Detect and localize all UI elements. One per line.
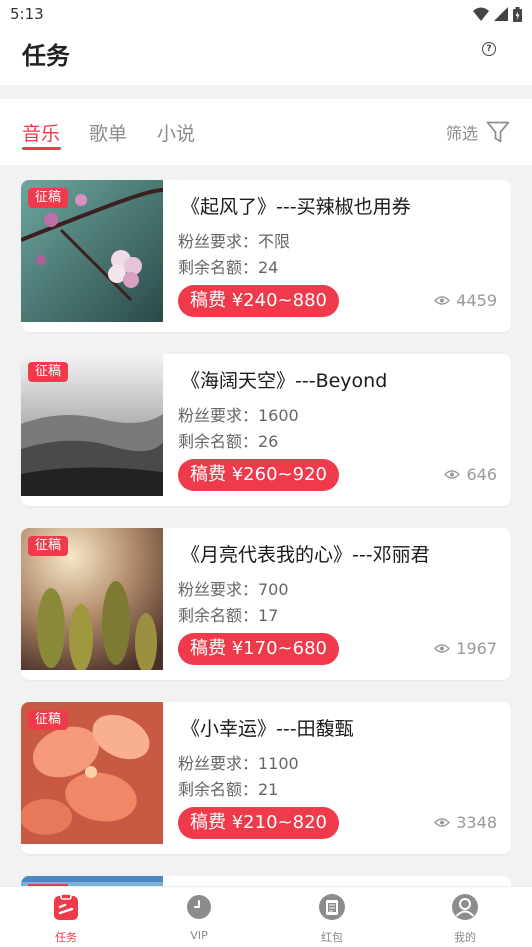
cover-image: 征稿 — [21, 354, 163, 496]
remaining-slots: 剩余名额：17 — [178, 606, 279, 625]
cover-image: 征稿 — [21, 702, 163, 844]
card-title: 《月亮代表我的心》---邓丽君 — [181, 544, 430, 566]
status-bar: 5:13 — [0, 0, 532, 28]
eye-icon — [434, 644, 451, 653]
bottom-navigation: 任务 VIP 红包 我的 — [0, 886, 532, 947]
category-tabs: 音乐 歌单 小说 筛选 — [0, 99, 532, 165]
view-count-value: 1967 — [456, 639, 497, 658]
signal-icon — [494, 7, 508, 21]
fee-button[interactable]: 稿费 ¥260~920 — [178, 459, 339, 491]
task-card[interactable]: 征稿 《海阔天空》---Beyond 粉丝要求：1600 剩余名额：26 稿费 … — [21, 354, 511, 506]
tab-novel[interactable]: 小说 — [157, 119, 195, 146]
remaining-slots: 剩余名额：21 — [178, 780, 279, 799]
eye-icon — [444, 470, 461, 479]
view-count: 3348 — [434, 813, 497, 832]
fans-requirement: 粉丝要求：1100 — [178, 754, 299, 773]
status-time: 5:13 — [10, 5, 44, 23]
page-title: 任务 — [22, 42, 70, 70]
nav-label: 红包 — [321, 931, 343, 944]
nav-label: VIP — [190, 929, 208, 942]
nav-label: 任务 — [55, 931, 77, 944]
filter-button[interactable]: 筛选 — [446, 120, 510, 144]
active-tab-indicator — [22, 147, 61, 150]
red-packet-icon — [319, 894, 345, 920]
card-title: 《起风了》---买辣椒也用券 — [181, 196, 411, 218]
fee-button[interactable]: 稿费 ¥240~880 — [178, 285, 339, 317]
status-badge: 征稿 — [28, 188, 69, 208]
status-badge: 征稿 — [28, 536, 69, 556]
question-circle-icon[interactable]: ? — [482, 42, 496, 56]
cover-image: 征稿 — [21, 180, 163, 322]
nav-label: 我的 — [454, 931, 476, 944]
fans-requirement: 粉丝要求：1600 — [178, 406, 299, 425]
fans-requirement: 粉丝要求：700 — [178, 580, 289, 599]
fans-requirement: 粉丝要求：不限 — [178, 232, 291, 251]
tab-music[interactable]: 音乐 — [22, 119, 60, 146]
nav-vip[interactable]: VIP — [159, 893, 239, 942]
nav-red-packet[interactable]: 红包 — [292, 893, 372, 945]
card-title: 《海阔天空》---Beyond — [181, 370, 388, 392]
fee-button[interactable]: 稿费 ¥210~820 — [178, 807, 339, 839]
eye-icon — [434, 818, 451, 827]
view-count: 1967 — [434, 639, 497, 658]
card-title: 《小幸运》---田馥甄 — [181, 718, 354, 740]
task-card[interactable]: 征稿 《月亮代表我的心》---邓丽君 粉丝要求：700 剩余名额：17 稿费 ¥… — [21, 528, 511, 680]
task-card[interactable]: 征稿 《小幸运》---田馥甄 粉丝要求：1100 剩余名额：21 稿费 ¥210… — [21, 702, 511, 854]
profile-icon — [452, 894, 478, 920]
view-count: 646 — [444, 465, 497, 484]
fee-button[interactable]: 稿费 ¥170~680 — [178, 633, 339, 665]
view-count-value: 4459 — [456, 291, 497, 310]
task-card[interactable]: 征稿 《起风了》---买辣椒也用券 粉丝要求：不限 剩余名额：24 稿费 ¥24… — [21, 180, 511, 332]
battery-icon — [513, 6, 522, 22]
remaining-slots: 剩余名额：24 — [178, 258, 279, 277]
tab-playlist[interactable]: 歌单 — [89, 119, 127, 146]
wifi-icon — [473, 7, 489, 21]
nav-task[interactable]: 任务 — [26, 893, 106, 945]
remaining-slots: 剩余名额：26 — [178, 432, 279, 451]
eye-icon — [434, 296, 451, 305]
vip-icon — [187, 895, 211, 919]
view-count-value: 3348 — [456, 813, 497, 832]
nav-profile[interactable]: 我的 — [425, 893, 505, 945]
cover-image: 征稿 — [21, 528, 163, 670]
task-icon — [54, 893, 78, 920]
view-count: 4459 — [434, 291, 497, 310]
funnel-icon — [486, 121, 510, 143]
status-badge: 征稿 — [28, 710, 69, 730]
view-count-value: 646 — [466, 465, 497, 484]
app-bar: 任务 ? — [0, 28, 532, 85]
filter-label: 筛选 — [445, 124, 478, 143]
status-icons — [473, 6, 522, 22]
status-badge: 征稿 — [28, 362, 69, 382]
